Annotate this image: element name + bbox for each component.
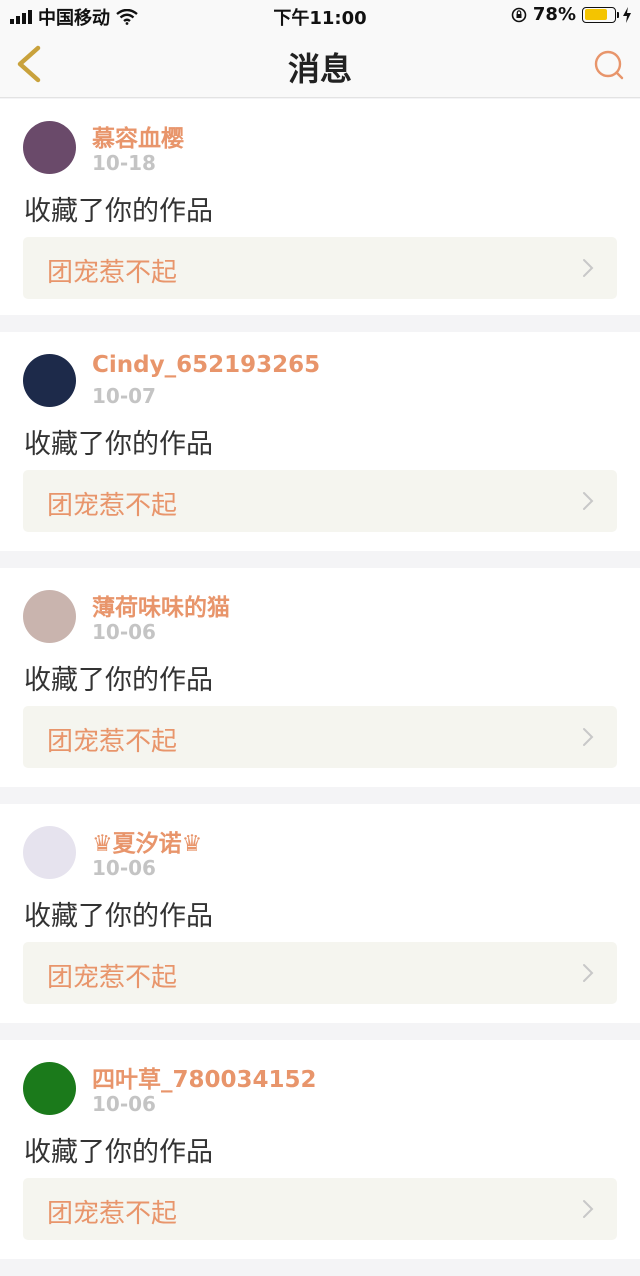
username[interactable]: 慕容血樱 — [92, 119, 184, 153]
username[interactable]: Cindy_652193265 — [92, 352, 320, 378]
username[interactable]: 四叶草_780034152 — [92, 1060, 317, 1094]
page-title: 消息 — [287, 50, 352, 88]
work-title: 团宠惹不起 — [47, 258, 178, 288]
message-date: 10-06 — [92, 620, 156, 644]
message-date: 10-06 — [92, 856, 156, 880]
work-link[interactable]: 团宠惹不起 — [23, 706, 617, 768]
chevron-right-icon — [583, 259, 594, 277]
username[interactable]: ♛夏汐诺♛ — [92, 824, 202, 858]
work-link[interactable]: 团宠惹不起 — [23, 942, 617, 1004]
work-title: 团宠惹不起 — [47, 727, 178, 757]
work-title: 团宠惹不起 — [47, 491, 178, 521]
work-link[interactable]: 团宠惹不起 — [23, 237, 617, 299]
avatar[interactable] — [23, 121, 76, 174]
message-item: Cindy_652193265 10-07 收藏了你的作品 团宠惹不起 — [0, 332, 640, 551]
avatar[interactable] — [23, 826, 76, 879]
work-title: 团宠惹不起 — [47, 963, 178, 993]
avatar[interactable] — [23, 1062, 76, 1115]
orientation-lock-icon — [511, 7, 527, 22]
message-item: 四叶草_780034152 10-06 收藏了你的作品 团宠惹不起 — [0, 1040, 640, 1259]
chevron-right-icon — [583, 492, 594, 510]
charging-icon — [623, 6, 631, 23]
message-item: ♛夏汐诺♛ 10-06 收藏了你的作品 团宠惹不起 — [0, 804, 640, 1023]
message-text: 收藏了你的作品 — [24, 665, 213, 696]
message-date: 10-18 — [92, 151, 156, 175]
avatar[interactable] — [23, 354, 76, 407]
chevron-right-icon — [583, 964, 594, 982]
status-right: 78% — [511, 4, 632, 25]
message-date: 10-06 — [92, 1092, 156, 1116]
battery-fill — [584, 9, 608, 20]
message-item: 薄荷味味的猫 10-06 收藏了你的作品 团宠惹不起 — [0, 568, 640, 787]
message-text: 收藏了你的作品 — [24, 429, 213, 460]
message-date: 10-07 — [92, 384, 156, 408]
message-text: 收藏了你的作品 — [24, 901, 213, 932]
work-title: 团宠惹不起 — [47, 1199, 178, 1229]
avatar[interactable] — [23, 590, 76, 643]
message-item: 慕容血樱 10-18 收藏了你的作品 团宠惹不起 — [0, 99, 640, 315]
work-link[interactable]: 团宠惹不起 — [23, 470, 617, 532]
battery-percent: 78% — [532, 4, 576, 25]
chevron-right-icon — [583, 728, 594, 746]
search-button[interactable] — [592, 48, 626, 82]
message-list: 慕容血樱 10-18 收藏了你的作品 团宠惹不起 Cindy_652193265… — [0, 99, 640, 1276]
status-bar: 中国移动 下午11:00 78% — [0, 0, 640, 32]
chevron-right-icon — [583, 1200, 594, 1218]
username[interactable]: 薄荷味味的猫 — [92, 588, 230, 622]
message-text: 收藏了你的作品 — [24, 1137, 213, 1168]
search-icon — [594, 50, 624, 80]
nav-bar: 消息 — [0, 32, 640, 98]
work-link[interactable]: 团宠惹不起 — [23, 1178, 617, 1240]
battery-icon — [582, 6, 619, 23]
message-text: 收藏了你的作品 — [24, 196, 213, 227]
